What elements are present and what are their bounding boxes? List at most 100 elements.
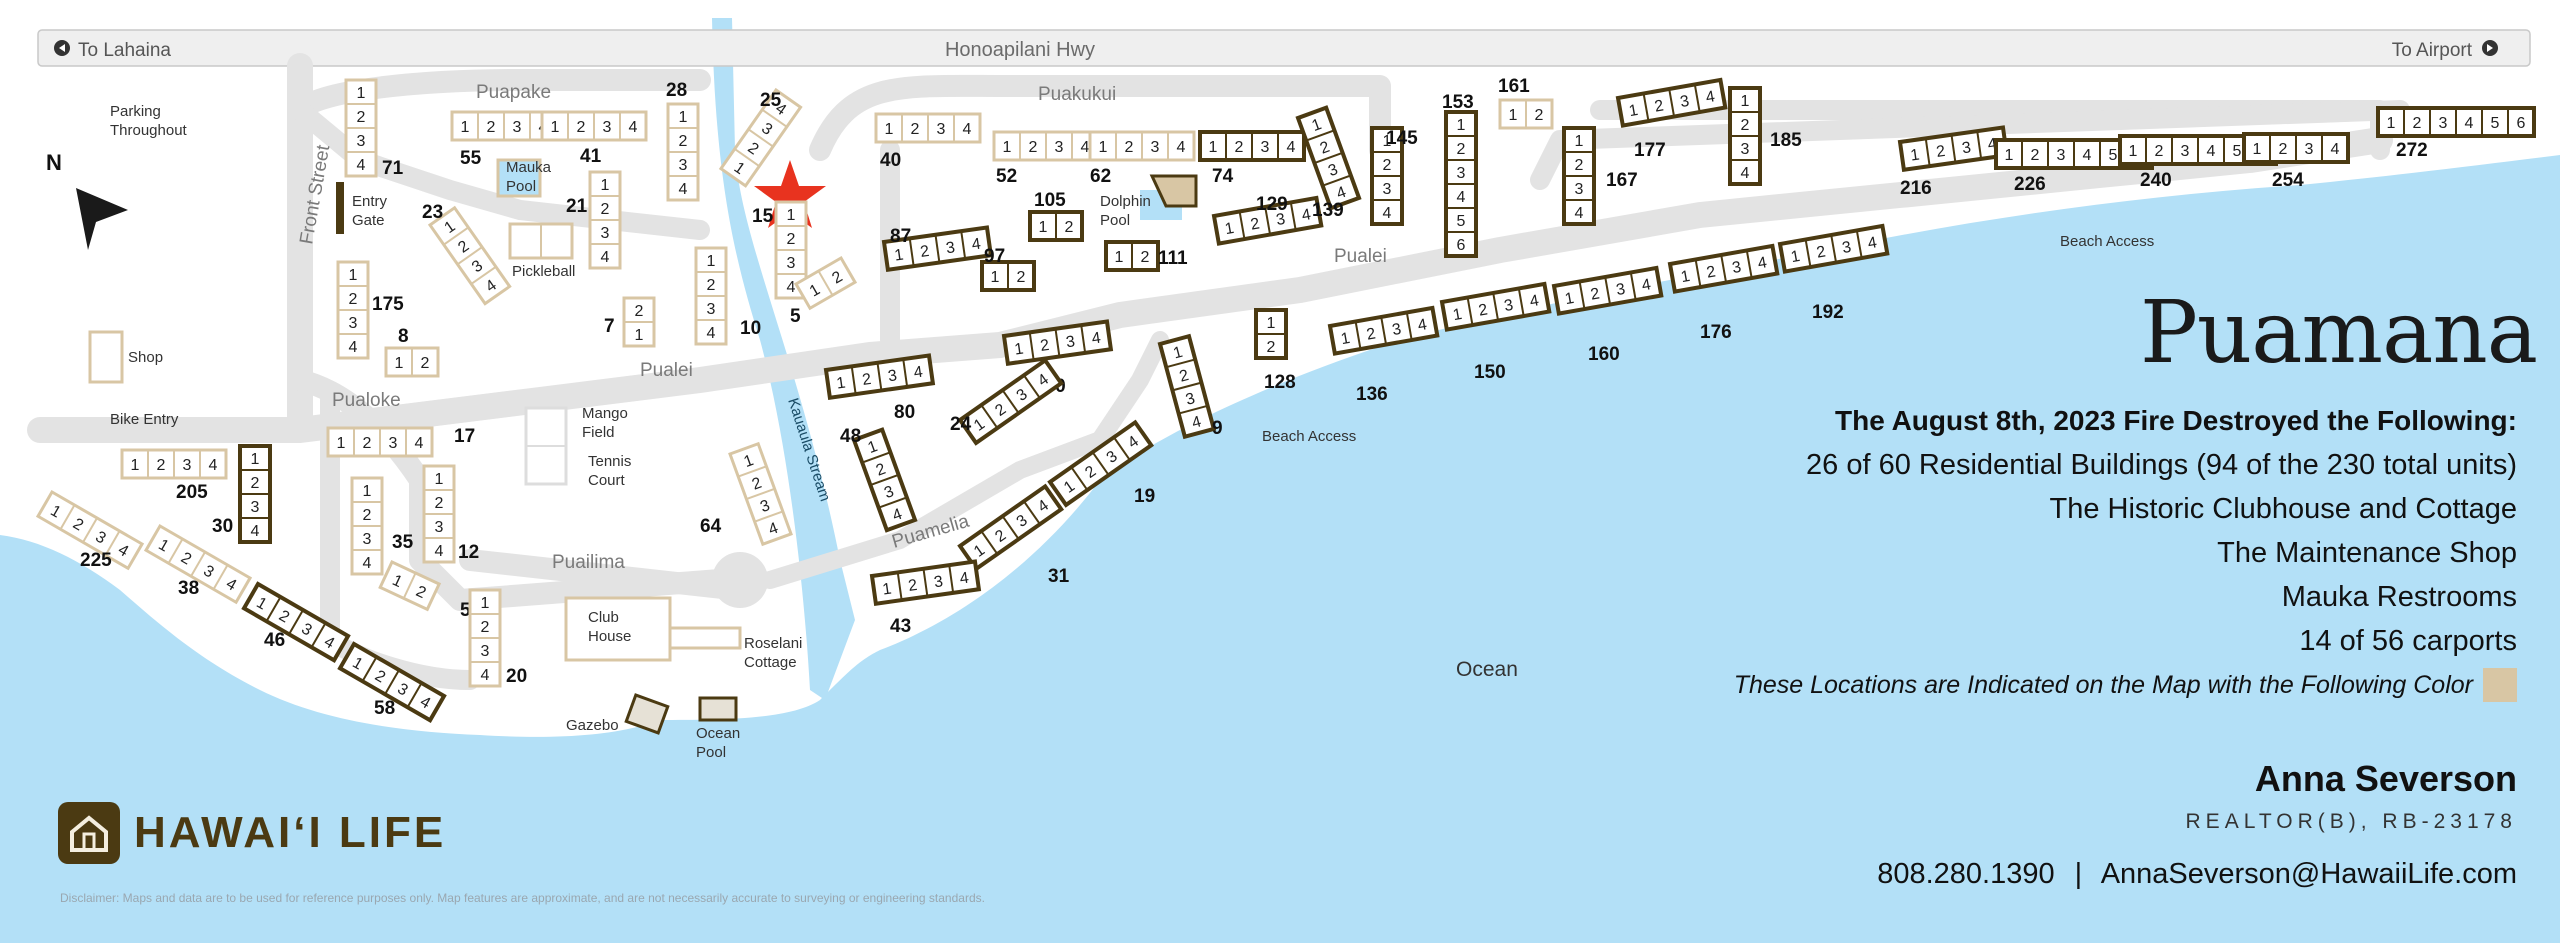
- building-205: 1234: [120, 448, 228, 480]
- building-185: 1 2 3 4: [1728, 86, 1762, 186]
- unit-label: 4: [251, 523, 260, 540]
- building-number: 48: [840, 426, 861, 447]
- agent-contact: 808.280.1390 | AnnaSeverson@HawaiiLife.c…: [1877, 858, 2517, 891]
- unit-label: 3: [937, 121, 946, 138]
- unit-label: 3: [2057, 147, 2066, 164]
- mango-field-label: Mango Field: [582, 405, 628, 441]
- shop-building: [88, 330, 124, 384]
- building-139: 1234: [1295, 105, 1362, 211]
- north-arrow-icon: [76, 188, 128, 250]
- unit-label: 4: [415, 435, 424, 452]
- agent-email[interactable]: AnnaSeverson@HawaiiLife.com: [2101, 858, 2517, 890]
- loss-item-carports: 14 of 56 carports: [2299, 625, 2517, 657]
- building-number: 58: [374, 698, 395, 719]
- building-128: 12: [1254, 308, 1288, 360]
- legend-swatch: [2483, 668, 2517, 702]
- building-48: 1234: [851, 427, 918, 533]
- unit-label: 2: [1235, 139, 1244, 156]
- unit-label: 4: [629, 119, 638, 136]
- unit-label: 4: [363, 555, 372, 572]
- unit-label: 3: [1261, 139, 1270, 156]
- unit-label: 4: [2331, 141, 2340, 158]
- building-number: 12: [458, 542, 479, 563]
- unit-label: 2: [487, 119, 496, 136]
- to-airport-label[interactable]: To Airport: [2392, 40, 2473, 61]
- street-pualei-east: Pualei: [1334, 246, 1387, 267]
- unit-label: 4: [209, 457, 218, 474]
- unit-label: 2: [1017, 269, 1026, 286]
- unit-label: 5: [2233, 143, 2242, 160]
- building-41: 1234: [540, 110, 648, 142]
- unit-label: 2: [1141, 249, 1150, 266]
- unit-label: 1: [1209, 139, 1218, 156]
- shop-label: Shop: [128, 349, 163, 366]
- to-airport-arrow[interactable]: [2482, 40, 2498, 56]
- unit-label: 1: [1741, 93, 1750, 110]
- entry-gate-label: Entry Gate: [352, 193, 388, 229]
- unit-label: 2: [2155, 143, 2164, 160]
- building-number: 175: [372, 294, 404, 315]
- building-21: 1 2 3 4: [588, 170, 622, 270]
- building-number: 136: [1356, 384, 1388, 405]
- pickleball-court: [508, 222, 574, 260]
- unit-label: 1: [1115, 249, 1124, 266]
- building-number: 30: [212, 516, 233, 537]
- unit-label: 4: [1177, 139, 1186, 156]
- building-number: 21: [566, 196, 588, 217]
- unit-label: 2: [707, 277, 716, 294]
- unit-label: 2: [1457, 141, 1466, 158]
- unit-label: 1: [357, 85, 366, 102]
- unit-label: 2: [1575, 157, 1584, 174]
- unit-label: 2: [349, 291, 358, 308]
- building-number: 145: [1386, 128, 1418, 149]
- building-number: 64: [700, 516, 722, 537]
- building-number: 52: [996, 166, 1017, 187]
- unit-label: 2: [787, 231, 796, 248]
- building-number: 41: [580, 146, 602, 167]
- street-puapake: Puapake: [476, 82, 551, 103]
- loss-item-shop: The Maintenance Shop: [2217, 537, 2517, 569]
- unit-label: 3: [603, 119, 612, 136]
- building-number: 74: [1212, 166, 1234, 187]
- contact-separator: |: [2074, 858, 2083, 890]
- unit-label: 1: [1003, 139, 1012, 156]
- unit-label: 2: [251, 475, 260, 492]
- building-number: 177: [1634, 140, 1666, 161]
- building-30: 1 2 3 4: [238, 444, 272, 544]
- unit-label: 1: [435, 471, 444, 488]
- highway-name: Honoapilani Hwy: [945, 39, 1095, 61]
- building-161: 12: [1498, 98, 1554, 130]
- unit-label: 2: [421, 355, 430, 372]
- building-number: 254: [2272, 170, 2304, 191]
- building-number: 20: [506, 666, 527, 687]
- unit-label: 1: [395, 355, 404, 372]
- building-number: 167: [1606, 170, 1638, 191]
- bike-entry-label: Bike Entry: [110, 411, 179, 428]
- unit-label: 4: [787, 279, 796, 296]
- to-lahaina-label[interactable]: To Lahaina: [78, 40, 171, 61]
- unit-label: 3: [183, 457, 192, 474]
- building-number: 160: [1588, 344, 1620, 365]
- building-number: 15: [752, 206, 774, 227]
- cul-de-sac: [712, 552, 768, 608]
- unit-label: 1: [1267, 315, 1276, 332]
- building-20: 1 2 3 4: [468, 588, 502, 688]
- unit-label: 1: [1099, 139, 1108, 156]
- to-lahaina-arrow[interactable]: [54, 40, 70, 56]
- unit-label: 2: [1383, 157, 1392, 174]
- unit-label: 2: [1535, 107, 1544, 124]
- building-62: 1234: [1088, 130, 1196, 162]
- building-175: 1 2 3 4: [336, 260, 370, 360]
- unit-label: 2: [1741, 117, 1750, 134]
- unit-label: 3: [787, 255, 796, 272]
- building-number: 31: [1048, 566, 1070, 587]
- agent-phone[interactable]: 808.280.1390: [1877, 858, 2054, 890]
- building-number: 272: [2396, 140, 2428, 161]
- unit-label: 1: [2253, 141, 2262, 158]
- pickleball-label: Pickleball: [512, 263, 575, 280]
- unit-label: 4: [349, 339, 358, 356]
- brand-name: HAWAIʻI LIFE: [134, 808, 447, 857]
- building-number: 80: [894, 402, 915, 423]
- gazebo-label: Gazebo: [566, 717, 619, 734]
- building-number: 111: [1158, 248, 1188, 269]
